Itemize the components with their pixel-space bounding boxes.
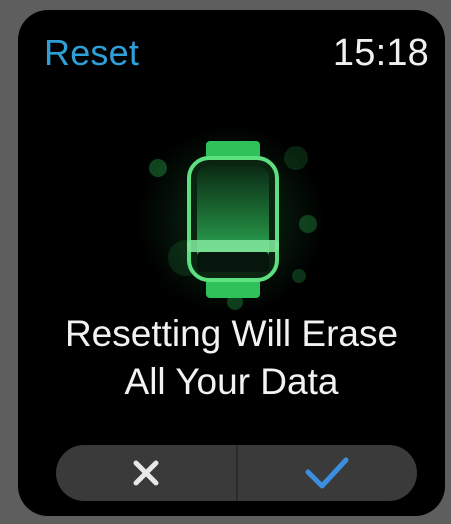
close-icon	[133, 460, 159, 486]
clock-time: 15:18	[332, 32, 429, 74]
action-bar	[56, 445, 417, 501]
confirm-button[interactable]	[238, 445, 418, 501]
page-title: Reset	[44, 32, 140, 73]
watch-illustration	[131, 120, 331, 320]
warning-line-1: Resetting Will Erase	[64, 313, 399, 354]
watch-icon	[136, 125, 326, 315]
watch-screen: Reset 15:18 Resetting Will Erase All You…	[18, 10, 445, 516]
reset-warning-message: Resetting Will Erase All Your Data	[18, 310, 445, 406]
cancel-button[interactable]	[56, 445, 236, 501]
checkmark-icon	[305, 457, 349, 489]
warning-line-2: All Your Data	[124, 361, 339, 402]
